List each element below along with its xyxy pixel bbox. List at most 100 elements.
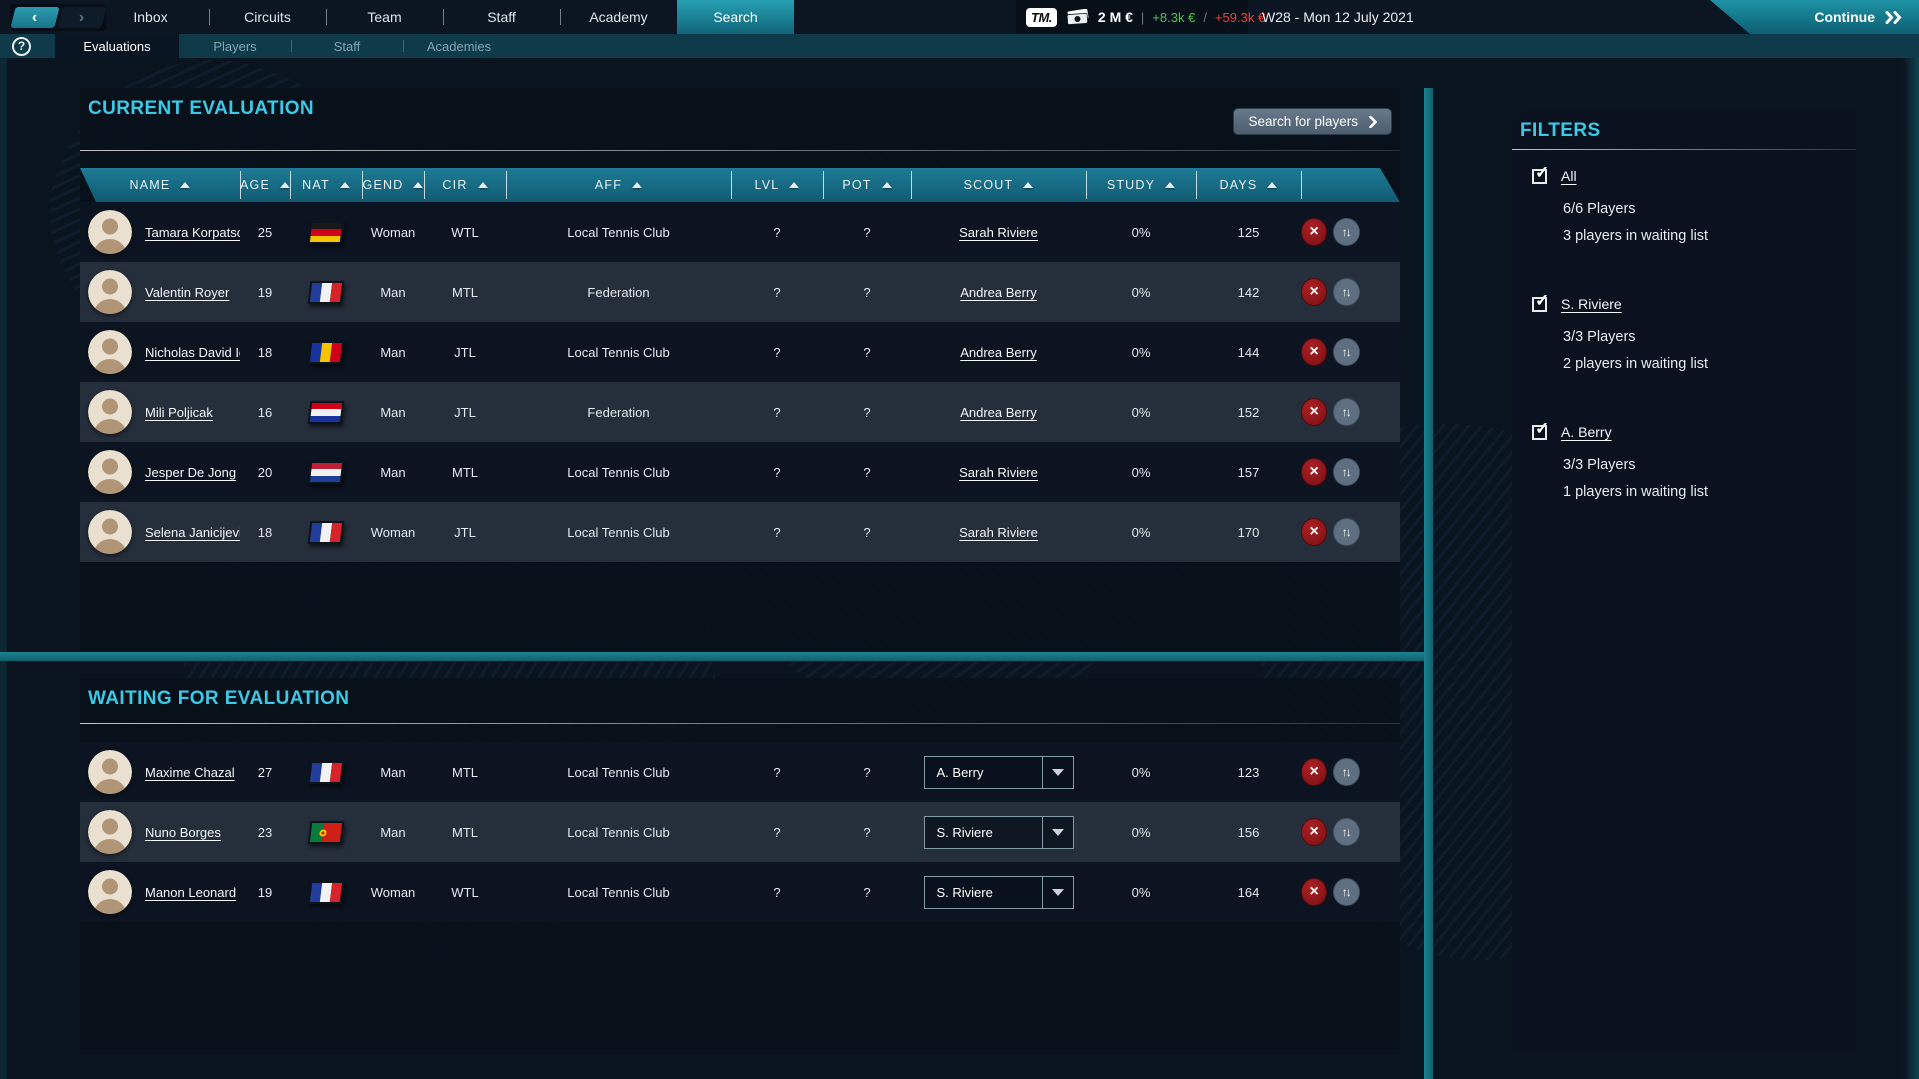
- scout-name-link[interactable]: Andrea Berry: [960, 345, 1037, 360]
- player-name-link[interactable]: Manon Leonard: [145, 885, 236, 900]
- reorder-button[interactable]: ↑↓: [1333, 518, 1360, 546]
- panel-divider-accent-vertical: [1424, 88, 1433, 1079]
- sub-nav-tab-players[interactable]: Players: [179, 34, 291, 58]
- search-for-players-button[interactable]: Search for players: [1233, 108, 1392, 135]
- scout-cell: S. Riviere: [911, 802, 1086, 862]
- remove-icon: ×: [1310, 464, 1319, 480]
- remove-icon: ×: [1310, 404, 1319, 420]
- up-down-arrows-icon: ↑↓: [1342, 346, 1350, 358]
- column-header[interactable]: AFF: [506, 168, 731, 202]
- study-progress-value: 0%: [1086, 322, 1196, 382]
- checkbox[interactable]: ✓: [1532, 297, 1547, 312]
- sort-asc-icon: [280, 182, 290, 188]
- checkbox[interactable]: ✓: [1532, 425, 1547, 440]
- sub-nav-tab-academies[interactable]: Academies: [403, 34, 515, 58]
- scout-name-link[interactable]: Andrea Berry: [960, 405, 1037, 420]
- potential-value: ?: [823, 862, 911, 922]
- column-header[interactable]: NAT: [290, 168, 362, 202]
- column-header[interactable]: DAYS: [1196, 168, 1301, 202]
- filter-checkbox-row[interactable]: ✓ All: [1532, 168, 1840, 184]
- scout-dropdown-value: A. Berry: [925, 757, 1042, 788]
- circuit-value: MTL: [424, 802, 506, 862]
- scout-name-link[interactable]: Sarah Riviere: [959, 225, 1038, 240]
- study-progress-value: 0%: [1086, 802, 1196, 862]
- remove-button[interactable]: ×: [1301, 218, 1327, 246]
- reorder-button[interactable]: ↑↓: [1333, 878, 1360, 906]
- potential-value: ?: [823, 802, 911, 862]
- nationality-cell: [290, 742, 362, 802]
- affiliation-value: Local Tennis Club: [506, 442, 731, 502]
- top-nav-tab-search[interactable]: Search: [677, 0, 794, 34]
- column-header[interactable]: AGE: [240, 168, 290, 202]
- check-icon: ✓: [1535, 419, 1549, 439]
- reorder-button[interactable]: ↑↓: [1333, 278, 1360, 306]
- player-name-link[interactable]: Nuno Borges: [145, 825, 221, 840]
- remove-button[interactable]: ×: [1301, 458, 1327, 486]
- scout-dropdown-value: S. Riviere: [925, 877, 1042, 908]
- scout-name-link[interactable]: Andrea Berry: [960, 285, 1037, 300]
- help-icon[interactable]: ?: [12, 37, 31, 56]
- waiting-evaluation-title: WAITING FOR EVALUATION: [88, 688, 349, 710]
- column-header[interactable]: POT: [823, 168, 911, 202]
- column-header-label: NAME: [130, 178, 171, 192]
- column-header[interactable]: SCOUT: [911, 168, 1086, 202]
- remove-button[interactable]: ×: [1301, 398, 1327, 426]
- remove-button[interactable]: ×: [1301, 818, 1327, 846]
- player-name-link[interactable]: Maxime Chazal: [145, 765, 235, 780]
- checkbox[interactable]: ✓: [1532, 169, 1547, 184]
- top-nav-tab-staff[interactable]: Staff: [443, 0, 560, 34]
- up-down-arrows-icon: ↑↓: [1342, 286, 1350, 298]
- sub-tab-label: Academies: [427, 39, 491, 54]
- top-nav-tab-circuits[interactable]: Circuits: [209, 0, 326, 34]
- player-name-link[interactable]: Mili Poljicak: [145, 405, 213, 420]
- sub-nav-tab-staff[interactable]: Staff: [291, 34, 403, 58]
- column-header[interactable]: LVL: [731, 168, 823, 202]
- reorder-button[interactable]: ↑↓: [1333, 398, 1360, 426]
- top-nav-tab-team[interactable]: Team: [326, 0, 443, 34]
- player-name-link[interactable]: Jesper De Jong: [145, 465, 236, 480]
- filter-checkbox-row[interactable]: ✓ A. Berry: [1532, 424, 1840, 440]
- top-nav-tab-academy[interactable]: Academy: [560, 0, 677, 34]
- scout-dropdown[interactable]: A. Berry: [924, 756, 1074, 789]
- check-icon: ✓: [1535, 291, 1549, 311]
- up-down-arrows-icon: ↑↓: [1342, 406, 1350, 418]
- affiliation-value: Local Tennis Club: [506, 802, 731, 862]
- study-progress-value: 0%: [1086, 862, 1196, 922]
- reorder-button[interactable]: ↑↓: [1333, 758, 1360, 786]
- column-header[interactable]: NAME: [80, 168, 240, 202]
- remove-button[interactable]: ×: [1301, 758, 1327, 786]
- age-value: 18: [240, 322, 290, 382]
- remove-button[interactable]: ×: [1301, 278, 1327, 306]
- remove-button[interactable]: ×: [1301, 518, 1327, 546]
- column-header[interactable]: CIR: [424, 168, 506, 202]
- chevron-down-icon: [1042, 757, 1073, 788]
- player-row: Selena Janicijevic 18 Woman JTL Local Te…: [80, 502, 1400, 562]
- title-divider: [80, 723, 1400, 724]
- remove-button[interactable]: ×: [1301, 338, 1327, 366]
- top-nav-tab-inbox[interactable]: Inbox: [92, 0, 209, 34]
- remove-button[interactable]: ×: [1301, 878, 1327, 906]
- sub-nav-tab-evaluations[interactable]: Evaluations: [55, 34, 179, 58]
- reorder-button[interactable]: ↑↓: [1333, 458, 1360, 486]
- back-button[interactable]: ‹: [10, 7, 59, 28]
- filter-checkbox-row[interactable]: ✓ S. Riviere: [1532, 296, 1840, 312]
- weekly-expense: +59.3k €: [1215, 10, 1265, 25]
- scout-dropdown[interactable]: S. Riviere: [924, 876, 1074, 909]
- player-name-link[interactable]: Nicholas David Ionel: [145, 345, 240, 360]
- filter-group-s-riviere: ✓ S. Riviere 3/3 Players 2 players in wa…: [1532, 296, 1840, 378]
- column-header[interactable]: STUDY: [1086, 168, 1196, 202]
- player-name-link[interactable]: Tamara Korpatsch: [145, 225, 240, 240]
- player-avatar: [88, 510, 132, 554]
- scout-name-link[interactable]: Sarah Riviere: [959, 465, 1038, 480]
- reorder-button[interactable]: ↑↓: [1333, 818, 1360, 846]
- reorder-button[interactable]: ↑↓: [1333, 218, 1360, 246]
- gender-value: Man: [362, 322, 424, 382]
- column-header[interactable]: GEND: [362, 168, 424, 202]
- player-row: Nuno Borges 23 Man MTL Local Tennis Club…: [80, 802, 1400, 862]
- reorder-button[interactable]: ↑↓: [1333, 338, 1360, 366]
- age-value: 25: [240, 202, 290, 262]
- player-name-link[interactable]: Valentin Royer: [145, 285, 229, 300]
- player-name-link[interactable]: Selena Janicijevic: [145, 525, 240, 540]
- scout-name-link[interactable]: Sarah Riviere: [959, 525, 1038, 540]
- scout-dropdown[interactable]: S. Riviere: [924, 816, 1074, 849]
